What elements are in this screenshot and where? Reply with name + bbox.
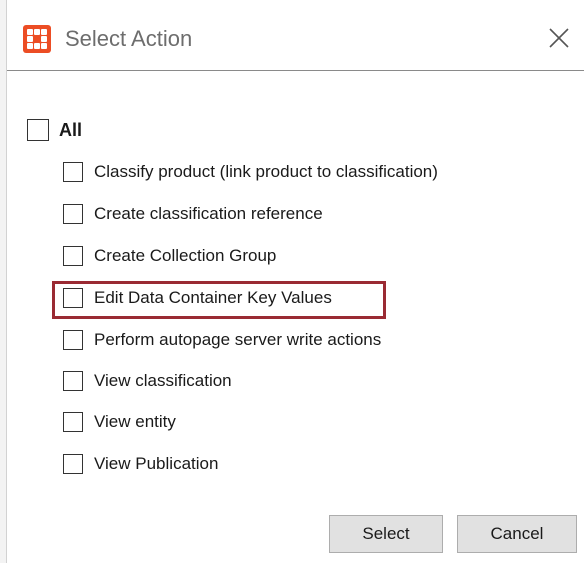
- list-item[interactable]: View entity: [63, 407, 176, 437]
- checkbox[interactable]: [63, 454, 83, 474]
- title-bar: Select Action: [7, 0, 584, 71]
- close-icon: [549, 28, 569, 48]
- select-action-dialog: Select Action All Classify product (link…: [0, 0, 584, 563]
- list-item[interactable]: View Publication: [63, 449, 218, 479]
- select-button[interactable]: Select: [329, 515, 443, 553]
- action-list: All Classify product (link product to cl…: [7, 71, 584, 503]
- list-item[interactable]: Classify product (link product to classi…: [63, 157, 438, 187]
- list-item[interactable]: View classification: [63, 366, 232, 396]
- list-item[interactable]: Create Collection Group: [63, 241, 276, 271]
- dialog-footer: Select Cancel: [7, 503, 584, 563]
- list-item[interactable]: Perform autopage server write actions: [63, 325, 381, 355]
- list-item-label: Classify product (link product to classi…: [94, 162, 438, 181]
- list-item-label: Create Collection Group: [94, 246, 277, 265]
- checkbox[interactable]: [63, 204, 83, 224]
- checkbox[interactable]: [63, 162, 83, 182]
- checkbox[interactable]: [63, 246, 83, 266]
- list-item-label: Create classification reference: [94, 204, 323, 223]
- checkbox[interactable]: [63, 330, 83, 350]
- list-item-label: Perform autopage server write actions: [94, 330, 382, 349]
- select-all-label: All: [59, 119, 83, 140]
- select-all-checkbox[interactable]: [27, 119, 49, 141]
- list-item-label: View classification: [94, 371, 232, 390]
- select-all-option[interactable]: All: [27, 115, 82, 145]
- close-button[interactable]: [539, 18, 579, 58]
- list-item[interactable]: Create classification reference: [63, 199, 323, 229]
- app-logo-icon: [23, 25, 51, 53]
- list-item-label: View Publication: [94, 454, 219, 473]
- window-title: Select Action: [65, 26, 193, 51]
- window-edge: [0, 0, 7, 563]
- checkbox[interactable]: [63, 371, 83, 391]
- checkbox[interactable]: [63, 288, 83, 308]
- list-item[interactable]: Edit Data Container Key Values: [63, 283, 332, 313]
- list-item-label: View entity: [94, 412, 176, 431]
- list-item-label: Edit Data Container Key Values: [94, 288, 332, 307]
- checkbox[interactable]: [63, 412, 83, 432]
- cancel-button[interactable]: Cancel: [457, 515, 577, 553]
